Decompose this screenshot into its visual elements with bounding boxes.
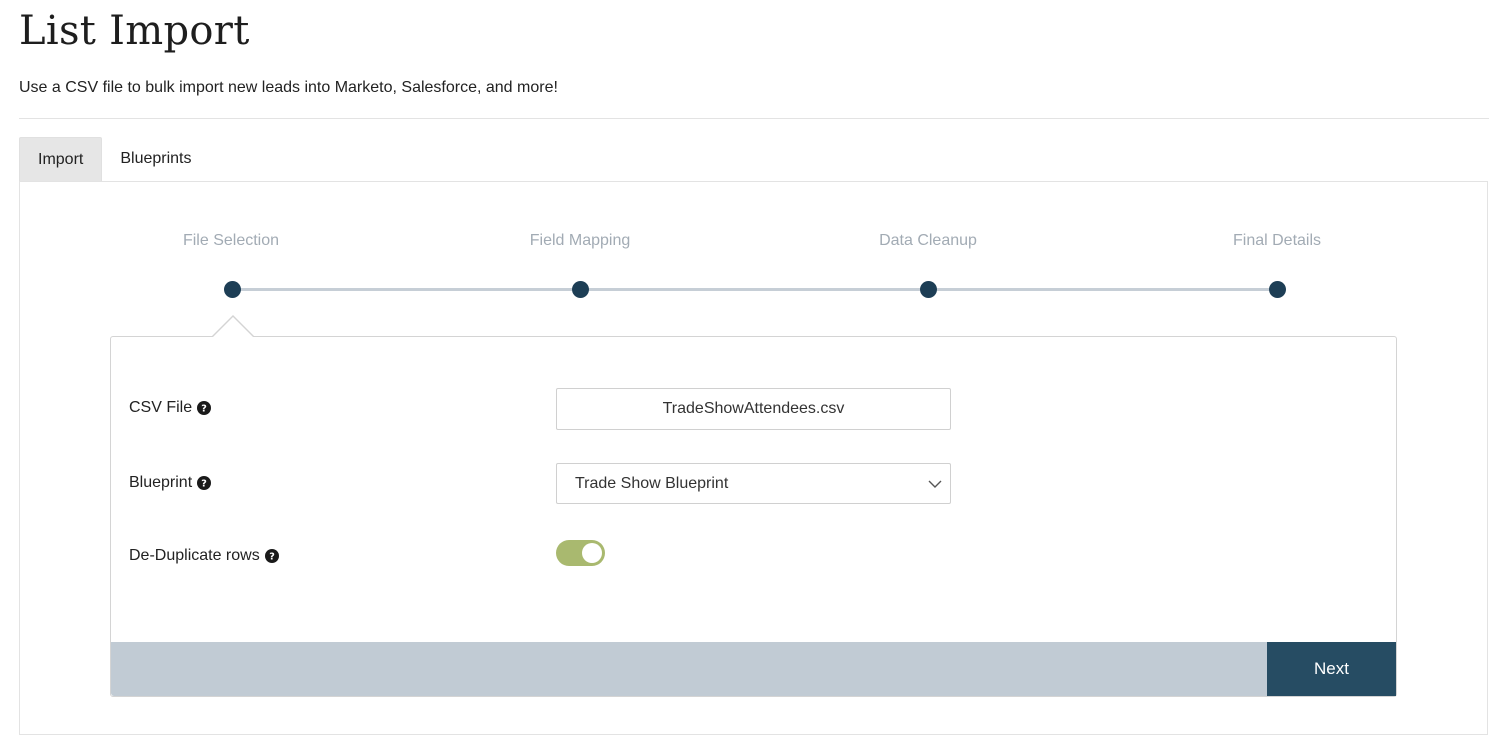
step-label-data-cleanup: Data Cleanup: [879, 232, 977, 249]
dedupe-label-row: De-Duplicate rows ?: [129, 547, 279, 565]
page-subtitle: Use a CSV file to bulk import new leads …: [19, 79, 558, 96]
csv-file-picker[interactable]: TradeShowAttendees.csv: [556, 388, 951, 430]
step-marker-field-mapping[interactable]: [572, 281, 589, 298]
step-label-final-details: Final Details: [1232, 232, 1322, 249]
step-connector: [240, 288, 572, 291]
card-pointer-fill: [212, 317, 254, 338]
question-circle-icon[interactable]: ?: [197, 476, 212, 490]
page-title: List Import: [19, 8, 250, 54]
next-button[interactable]: Next: [1267, 642, 1396, 696]
step-label-file-selection: File Selection: [182, 232, 280, 249]
header-divider: [19, 118, 1489, 119]
card-footer-bar: [111, 642, 1396, 696]
step-marker-data-cleanup[interactable]: [920, 281, 937, 298]
csv-file-label: CSV File: [129, 399, 193, 416]
blueprint-label: Blueprint: [129, 474, 193, 491]
dedupe-label: De-Duplicate rows: [129, 547, 260, 564]
question-circle-icon[interactable]: ?: [197, 401, 212, 415]
tab-import[interactable]: Import: [19, 137, 103, 182]
svg-text:?: ?: [201, 479, 207, 490]
csv-file-label-row: CSV File ?: [129, 399, 212, 417]
blueprint-select[interactable]: Trade Show Blueprint: [556, 463, 951, 504]
svg-text:?: ?: [269, 552, 275, 563]
chevron-down-icon: [928, 480, 942, 488]
step-label-field-mapping: Field Mapping: [529, 232, 631, 249]
blueprint-selected-value: Trade Show Blueprint: [575, 475, 729, 492]
blueprint-label-row: Blueprint ?: [129, 474, 212, 492]
step-connector: [937, 288, 1269, 291]
dedupe-toggle[interactable]: [556, 540, 605, 566]
step-marker-final-details[interactable]: [1269, 281, 1286, 298]
step-marker-file-selection[interactable]: [224, 281, 241, 298]
tab-bar: Import Blueprints: [19, 137, 210, 182]
toggle-knob: [582, 543, 602, 563]
svg-text:?: ?: [201, 404, 207, 415]
question-circle-icon[interactable]: ?: [264, 549, 279, 563]
tab-blueprints[interactable]: Blueprints: [102, 137, 209, 182]
step-connector: [589, 288, 920, 291]
